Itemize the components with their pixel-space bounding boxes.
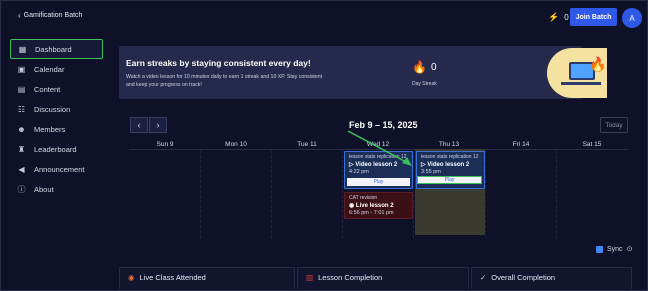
top-bar: ‹ Gamification Batch ⚡ 0 Join Batch A xyxy=(1,1,648,35)
event-title: Video lesson 2 xyxy=(427,162,470,168)
day-header: Mon 10 xyxy=(225,141,247,148)
back-link[interactable]: ‹ Gamification Batch xyxy=(18,11,82,20)
sidebar-item-members[interactable]: ☻ Members xyxy=(10,119,103,139)
sync-control[interactable]: Sync ⊙ xyxy=(596,245,632,253)
megaphone-icon: ◀ xyxy=(18,164,25,174)
chevron-right-icon: › xyxy=(156,120,160,130)
info-icon: ⓘ xyxy=(17,184,26,194)
streak-count: 0 xyxy=(431,62,437,73)
day-header: Sun 9 xyxy=(156,141,174,148)
back-label: Gamification Batch xyxy=(23,12,83,19)
prev-week-button[interactable]: ‹ xyxy=(130,117,148,133)
sidebar-item-label: Dashboard xyxy=(35,44,72,54)
stat-label: Live Class Attended xyxy=(139,273,206,282)
sync-label: Sync xyxy=(607,245,623,253)
grid-line xyxy=(271,150,272,238)
overall-completion-stat: ✓ Overall Completion xyxy=(471,267,632,289)
chevron-left-icon: ‹ xyxy=(18,11,21,20)
sidebar-item-discussion[interactable]: ☷ Discussion xyxy=(10,99,103,119)
sidebar-item-announcement[interactable]: ◀ Announcement xyxy=(10,159,103,179)
today-button[interactable]: Today xyxy=(600,117,628,133)
laptop-base xyxy=(561,82,601,85)
sidebar-item-leaderboard[interactable]: ♜ Leaderboard xyxy=(10,139,103,159)
sidebar-item-content[interactable]: ▤ Content xyxy=(10,79,103,99)
xp-counter: ⚡ 0 xyxy=(548,12,569,23)
sidebar-item-label: Leaderboard xyxy=(34,144,77,154)
sidebar-item-label: About xyxy=(34,184,54,194)
sidebar-item-calendar[interactable]: ▣ Calendar xyxy=(10,59,103,79)
discussion-icon: ☷ xyxy=(17,104,26,114)
calendar-icon: ▣ xyxy=(17,64,26,74)
dashboard-icon: ▦ xyxy=(18,44,27,54)
lightning-icon: ⚡ xyxy=(548,12,560,22)
event-title-row: ◉ Live lesson 2 xyxy=(349,203,394,209)
sidebar-item-dashboard[interactable]: ▦ Dashboard xyxy=(10,39,103,59)
banner-subtitle: Watch a video lesson for 10 minutes dail… xyxy=(126,74,323,88)
play-button[interactable]: Play xyxy=(347,178,410,186)
info-icon: ⊙ xyxy=(626,246,633,253)
live-icon: ◉ xyxy=(128,273,135,282)
event-title: Live lesson 2 xyxy=(355,203,394,209)
banner-title: Earn streaks by staying consistent every… xyxy=(126,58,311,68)
book-icon: ▤ xyxy=(17,84,26,94)
members-icon: ☻ xyxy=(17,124,26,134)
book-icon: ▥ xyxy=(306,273,314,282)
sidebar: ▦ Dashboard ▣ Calendar ▤ Content ☷ Discu… xyxy=(10,39,103,199)
day-header: Tue 11 xyxy=(297,141,317,148)
stat-label: Lesson Completion xyxy=(318,273,383,282)
join-batch-button[interactable]: Join Batch xyxy=(570,8,617,26)
live-class-stat: ◉ Live Class Attended xyxy=(119,267,295,289)
flame-icon: 🔥 xyxy=(412,60,427,74)
streak-illustration: 🔥 xyxy=(547,48,607,98)
streak-label: Day Streak xyxy=(412,81,437,87)
day-header: Fri 14 xyxy=(512,141,530,148)
trophy-icon: ♜ xyxy=(17,144,26,154)
grid-line xyxy=(485,150,486,238)
event-time: 4:22 pm xyxy=(349,169,369,175)
sidebar-item-label: Members xyxy=(34,124,66,134)
day-header: Thu 13 xyxy=(438,141,460,148)
event-tag: CAT revision xyxy=(349,195,378,201)
event-title-row: ▷ Video lesson 2 xyxy=(421,162,470,168)
play-button[interactable]: Play xyxy=(417,176,482,184)
day-header: Sat 15 xyxy=(582,141,602,148)
sidebar-item-label: Announcement xyxy=(34,164,85,174)
app-window: ‹ Gamification Batch ⚡ 0 Join Batch A ▦ … xyxy=(0,0,648,291)
sidebar-item-label: Content xyxy=(34,84,61,94)
sidebar-item-label: Calendar xyxy=(34,64,65,74)
avatar[interactable]: A xyxy=(622,8,642,28)
grid-line xyxy=(342,150,343,238)
next-week-button[interactable]: › xyxy=(149,117,167,133)
grid-line xyxy=(556,150,557,238)
stat-label: Overall Completion xyxy=(491,273,556,282)
check-circle-icon: ✓ xyxy=(480,273,487,282)
event-time: 6:56 pm - 7:01 pm xyxy=(349,210,394,216)
event-tag: lesson stats replication 12 xyxy=(421,154,479,160)
google-calendar-icon xyxy=(596,245,603,253)
streak-banner: Earn streaks by staying consistent every… xyxy=(119,46,582,99)
sidebar-item-about[interactable]: ⓘ About xyxy=(10,179,103,199)
xp-value: 0 xyxy=(564,13,569,22)
fire-icon: 🔥 xyxy=(589,56,607,72)
event-card-live-wed[interactable]: CAT revision ◉ Live lesson 2 6:56 pm - 7… xyxy=(344,192,413,219)
chevron-left-icon: ‹ xyxy=(137,120,141,130)
sidebar-item-label: Discussion xyxy=(34,104,71,114)
annotation-arrow xyxy=(347,130,412,166)
grid-line xyxy=(200,150,201,238)
lesson-completion-stat: ▥ Lesson Completion xyxy=(297,267,469,289)
event-time: 3:55 pm xyxy=(421,169,441,175)
